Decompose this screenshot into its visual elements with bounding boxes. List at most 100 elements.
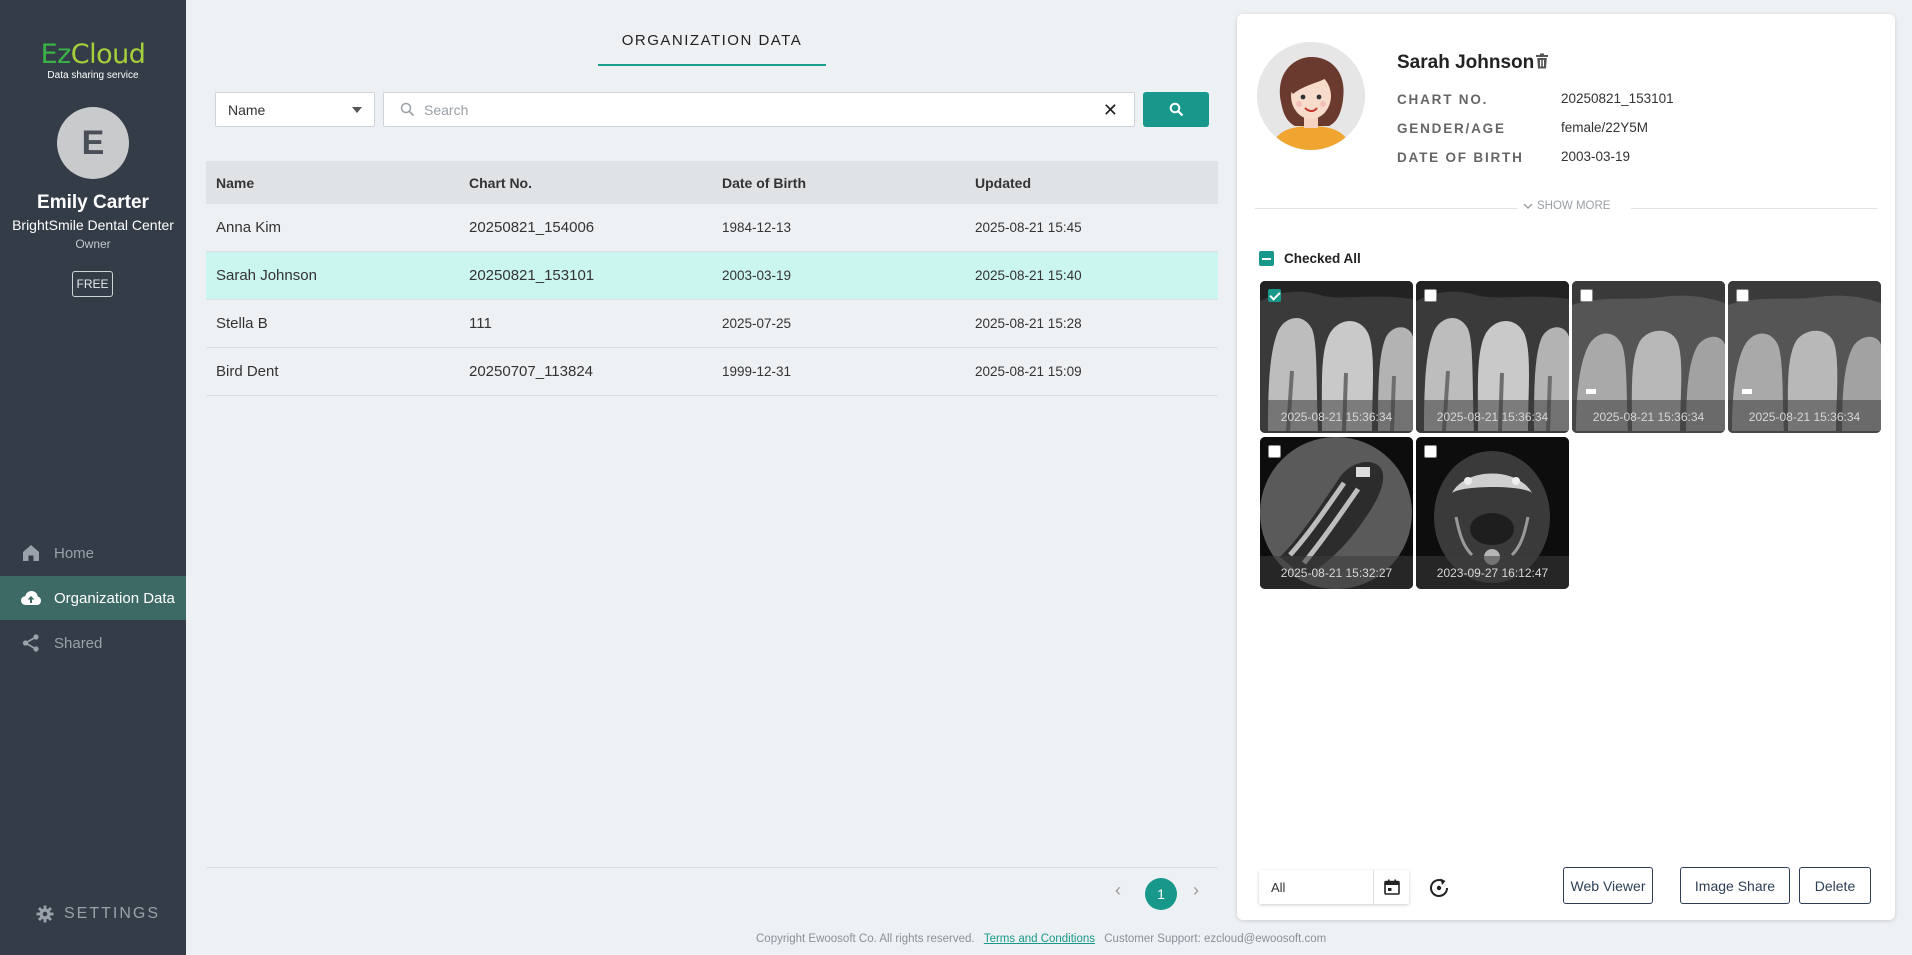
table-row[interactable]: Stella B 111 2025-07-25 2025-08-21 15:28 [206, 300, 1218, 348]
gear-icon [36, 905, 54, 923]
user-name: Emily Carter [37, 192, 149, 213]
image-date: 2025-08-21 15:36:34 [1416, 400, 1569, 433]
logo-ez-text: Ez [40, 39, 72, 70]
check-all-checkbox[interactable]: Checked All [1259, 251, 1361, 266]
column-header-updated[interactable]: Updated [965, 175, 1218, 191]
column-header-chart-no[interactable]: Chart No. [459, 175, 712, 191]
patient-detail-panel: Sarah Johnson CHART NO. 20250821_153101 … [1237, 14, 1895, 920]
show-more-toggle[interactable]: SHOW MORE [1523, 200, 1610, 212]
search-icon [400, 102, 415, 122]
select-value: Name [228, 101, 266, 118]
chevron-down-icon [1523, 202, 1533, 209]
cell-name: Anna Kim [216, 219, 282, 236]
cell-name: Sarah Johnson [216, 267, 317, 284]
image-date: 2025-08-21 15:36:34 [1728, 400, 1881, 433]
image-checkbox[interactable] [1424, 445, 1437, 458]
terms-link[interactable]: Terms and Conditions [984, 933, 1095, 945]
settings-button[interactable]: SETTINGS [36, 905, 160, 923]
chevron-down-icon [352, 107, 362, 113]
divider [1631, 208, 1877, 209]
settings-label: SETTINGS [64, 905, 161, 922]
nav-label-organization-data: Organization Data [54, 589, 175, 607]
divider [1255, 208, 1517, 209]
image-thumbnail[interactable]: 2025-08-21 15:32:27 [1260, 437, 1413, 589]
organization-name: BrightSmile Dental Center [12, 217, 174, 233]
patient-table: Name Chart No. Date of Birth Updated Ann… [206, 161, 1218, 396]
nav-item-organization-data[interactable]: Organization Data [0, 576, 186, 620]
cell-updated: 2025-08-21 15:28 [975, 316, 1082, 331]
delete-button[interactable]: Delete [1799, 867, 1871, 904]
cell-dob: 1984-12-13 [722, 220, 792, 235]
image-checkbox[interactable] [1580, 289, 1593, 302]
patient-avatar [1257, 42, 1365, 150]
dob-value: 2003-03-19 [1561, 149, 1631, 164]
date-filter[interactable]: All [1259, 870, 1409, 904]
image-date: 2023-09-27 16:12:47 [1416, 556, 1569, 589]
chart-no-value: 20250821_153101 [1561, 91, 1674, 106]
user-avatar: E [57, 107, 129, 179]
image-thumbnail[interactable]: 2025-08-21 15:36:34 [1416, 281, 1569, 433]
share-icon [20, 632, 42, 654]
image-thumbnail[interactable]: 2025-08-21 15:36:34 [1572, 281, 1725, 433]
image-date: 2025-08-21 15:32:27 [1260, 556, 1413, 589]
image-checkbox[interactable] [1268, 289, 1281, 302]
dob-label: DATE OF BIRTH [1397, 150, 1524, 165]
nav-item-shared[interactable]: Shared [0, 621, 186, 665]
image-checkbox[interactable] [1736, 289, 1749, 302]
ezcloud-logo[interactable]: EzCloud Data sharing service [0, 39, 186, 82]
calendar-icon[interactable] [1373, 870, 1409, 904]
image-date: 2025-08-21 15:36:34 [1260, 400, 1413, 433]
nav-label-shared: Shared [54, 634, 103, 652]
divider [206, 867, 1218, 868]
sidebar: EzCloud Data sharing service E Emily Car… [0, 0, 186, 955]
pagination-page-current[interactable]: 1 [1145, 878, 1177, 910]
cell-chart-no: 111 [469, 315, 492, 332]
pagination-prev[interactable]: ‹ [1115, 880, 1121, 901]
cell-chart-no: 20250707_113824 [469, 363, 594, 380]
refresh-icon[interactable] [1427, 876, 1451, 905]
table-row[interactable]: Bird Dent 20250707_113824 1999-12-31 202… [206, 348, 1218, 396]
date-filter-value: All [1271, 880, 1286, 895]
nav-label-home: Home [54, 544, 95, 562]
nav-item-home[interactable]: Home [0, 531, 186, 575]
image-thumbnail[interactable]: 2025-08-21 15:36:34 [1260, 281, 1413, 433]
user-role: Owner [75, 237, 111, 251]
image-share-button[interactable]: Image Share [1680, 867, 1790, 904]
table-row[interactable]: Sarah Johnson 20250821_153101 2003-03-19… [206, 252, 1218, 300]
home-icon [20, 542, 42, 564]
image-thumbnail[interactable]: 2023-09-27 16:12:47 [1416, 437, 1569, 589]
search-input[interactable] [424, 99, 1064, 121]
logo-cloud-text: Cloud [70, 39, 146, 70]
column-header-dob[interactable]: Date of Birth [712, 175, 965, 191]
chart-no-label: CHART NO. [1397, 92, 1489, 107]
image-thumbnail[interactable]: 2025-08-21 15:36:34 [1728, 281, 1881, 433]
column-header-name[interactable]: Name [206, 175, 459, 191]
image-checkbox[interactable] [1268, 445, 1281, 458]
search-field-select[interactable]: Name [215, 92, 375, 127]
logo-subtitle: Data sharing service [47, 70, 139, 81]
support-text: Customer Support: ezcloud@ewoosoft.com [1104, 933, 1327, 945]
trash-icon[interactable] [1535, 53, 1549, 74]
plan-badge: FREE [72, 271, 113, 297]
web-viewer-button[interactable]: Web Viewer [1563, 867, 1653, 904]
search-button[interactable] [1143, 92, 1209, 127]
cell-dob: 1999-12-31 [722, 364, 792, 379]
tab-organization-data[interactable]: ORGANIZATION DATA [598, 28, 826, 66]
image-checkbox[interactable] [1424, 289, 1437, 302]
pagination-next[interactable]: › [1193, 880, 1199, 901]
gender-age-value: female/22Y5M [1561, 120, 1649, 135]
cell-updated: 2025-08-21 15:40 [975, 268, 1082, 283]
search-icon [1169, 102, 1183, 117]
cell-dob: 2003-03-19 [722, 268, 792, 283]
table-header: Name Chart No. Date of Birth Updated [206, 161, 1218, 204]
table-row[interactable]: Anna Kim 20250821_154006 1984-12-13 2025… [206, 204, 1218, 252]
cell-updated: 2025-08-21 15:45 [975, 220, 1082, 235]
gender-age-label: GENDER/AGE [1397, 121, 1506, 136]
cell-name: Stella B [216, 315, 268, 332]
cell-chart-no: 20250821_154006 [469, 219, 595, 236]
cell-name: Bird Dent [216, 363, 279, 380]
indeterminate-checkbox-icon [1259, 251, 1274, 266]
cell-chart-no: 20250821_153101 [469, 267, 595, 284]
check-all-label: Checked All [1284, 251, 1361, 266]
clear-icon[interactable]: ✕ [1103, 100, 1118, 121]
